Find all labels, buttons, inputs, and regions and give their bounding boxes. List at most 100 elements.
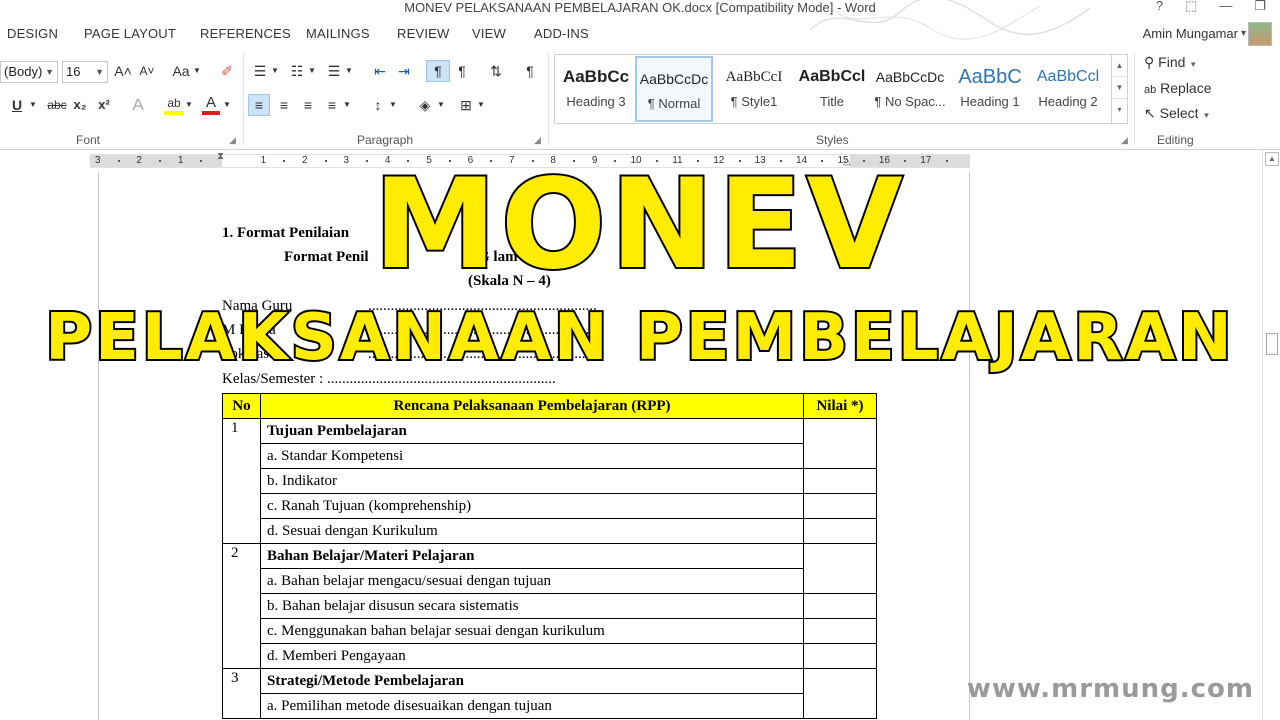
chevron-down-icon[interactable]: ▼ [388, 95, 398, 117]
strikethrough-button[interactable]: abc [46, 95, 68, 117]
tab-design[interactable]: DESIGN [7, 26, 58, 41]
font-group-label: Font [76, 133, 101, 147]
nilai-cell[interactable] [803, 493, 877, 519]
text-effects-button[interactable]: A [130, 95, 146, 117]
ribbon-display-options-button[interactable]: ⬚ [1185, 0, 1197, 14]
font-name-combo[interactable]: (Body) ▼ [0, 61, 58, 83]
style-name: ¶ No Spac... [874, 94, 946, 109]
replace-button[interactable]: ab Replace [1144, 80, 1212, 96]
style-preview: AaBbCcDc [875, 69, 945, 85]
change-case-button[interactable]: Aa [170, 61, 192, 83]
subscript-button[interactable]: x₂ [72, 95, 88, 117]
chevron-down-icon[interactable]: ▼ [28, 95, 38, 117]
style-heading-3[interactable]: AaBbCc Heading 3 [557, 56, 635, 122]
tab-review[interactable]: REVIEW [397, 26, 449, 41]
table-row: b. Bahan belajar disusun secara sistemat… [223, 593, 877, 619]
superscript-button[interactable]: x² [96, 95, 112, 117]
group-divider [1134, 53, 1135, 145]
tab-references[interactable]: REFERENCES [200, 26, 291, 41]
binoculars-icon: ⚲ [1144, 54, 1155, 70]
grow-font-button[interactable]: A˄ [114, 61, 132, 83]
tab-add-ins[interactable]: ADD-INS [534, 26, 589, 41]
nilai-cell[interactable] [803, 643, 877, 669]
criteria-item: b. Indikator [260, 468, 804, 494]
restore-button[interactable]: ❐ [1254, 0, 1266, 14]
underline-button[interactable]: U [10, 95, 24, 117]
font-size-combo[interactable]: 16 ▼ [62, 61, 108, 83]
help-button[interactable]: ? [1156, 0, 1163, 14]
chevron-down-icon[interactable]: ▼ [95, 62, 104, 82]
numbering-icon[interactable]: ☷ [287, 61, 307, 83]
paragraph-dialog-launcher-icon[interactable]: ◢ [534, 135, 541, 146]
tab-page-layout[interactable]: PAGE LAYOUT [84, 26, 176, 41]
align-center-icon[interactable]: ≡ [274, 95, 294, 117]
line-spacing-icon[interactable]: ↕ [368, 95, 388, 117]
shrink-font-button[interactable]: A˅ [138, 61, 156, 83]
style-no-spacing[interactable]: AaBbCcDc ¶ No Spac... [871, 56, 949, 122]
ltr-text-direction-icon[interactable]: ¶ [426, 60, 450, 82]
chevron-down-icon[interactable]: ▼ [436, 95, 446, 117]
show-marks-button[interactable]: ¶ [520, 61, 540, 83]
styles-gallery-scroll: ▲ ▼ ▾ [1111, 55, 1127, 123]
nilai-cell[interactable] [803, 668, 877, 719]
align-left-icon[interactable]: ≡ [248, 94, 270, 116]
styles-dialog-launcher-icon[interactable]: ◢ [1121, 135, 1128, 146]
chevron-down-icon[interactable]: ▼ [184, 95, 194, 117]
style-heading-1[interactable]: AaBbC Heading 1 [951, 56, 1029, 122]
chevron-down-icon[interactable]: ▼ [476, 95, 486, 117]
chevron-down-icon[interactable]: ▼ [192, 61, 202, 83]
nilai-cell[interactable] [803, 593, 877, 619]
chevron-down-icon[interactable]: ▼ [270, 61, 280, 83]
tab-mailings[interactable]: MAILINGS [306, 26, 370, 41]
style-title[interactable]: AaBbCcl Title [793, 56, 871, 122]
nilai-cell[interactable] [803, 468, 877, 494]
chevron-down-icon[interactable]: ▼ [45, 62, 54, 82]
style-normal[interactable]: AaBbCcDc ¶ Normal [635, 56, 713, 122]
clear-formatting-icon[interactable]: ✐ [218, 61, 236, 83]
chevron-down-icon[interactable]: ▼ [342, 95, 352, 117]
multilevel-list-icon[interactable]: ☰ [324, 61, 344, 83]
shading-icon[interactable]: ◈ [414, 95, 436, 117]
row-number: 2 [222, 543, 261, 669]
font-color-button[interactable]: A [202, 93, 220, 115]
ribbon: (Body) ▼ 16 ▼ A˄ A˅ Aa ▼ ✐ U ▼ abc x₂ x²… [0, 47, 1280, 150]
style-style1[interactable]: AaBbCcI ¶ Style1 [715, 56, 793, 122]
criteria-item: d. Memberi Pengayaan [260, 643, 804, 669]
sort-icon[interactable]: ⇅ [486, 61, 506, 83]
style-heading-2[interactable]: AaBbCcl Heading 2 [1029, 56, 1107, 122]
chevron-down-icon[interactable]: ▼ [307, 61, 317, 83]
bullets-icon[interactable]: ☰ [250, 61, 270, 83]
font-dialog-launcher-icon[interactable]: ◢ [229, 135, 236, 146]
tab-view[interactable]: VIEW [472, 26, 506, 41]
decrease-indent-icon[interactable]: ⇤ [370, 61, 390, 83]
borders-icon[interactable]: ⊞ [456, 95, 476, 117]
increase-indent-icon[interactable]: ⇥ [394, 61, 414, 83]
minimize-button[interactable]: — [1219, 0, 1232, 14]
user-name[interactable]: Amin Mungamar [1143, 26, 1238, 41]
style-preview: AaBbCcI [725, 69, 783, 85]
nilai-cell[interactable] [803, 418, 877, 469]
select-button[interactable]: ↖ Select ▼ [1144, 105, 1210, 122]
nilai-cell[interactable] [803, 618, 877, 644]
find-button[interactable]: ⚲ Find ▼ [1144, 54, 1197, 71]
gallery-more-icon[interactable]: ▾ [1112, 99, 1127, 121]
chevron-down-icon[interactable]: ▼ [1239, 28, 1248, 38]
align-right-icon[interactable]: ≡ [298, 95, 318, 117]
section-title: Tujuan Pembelajaran [260, 418, 804, 444]
table-row: a. Standar Kompetensi [223, 443, 877, 469]
style-name: ¶ Style1 [730, 94, 778, 109]
style-name: Heading 2 [1038, 94, 1098, 109]
font-name-value: (Body) [4, 64, 43, 79]
chevron-down-icon[interactable]: ▼ [222, 95, 232, 117]
rtl-text-direction-icon[interactable]: ¶ [452, 61, 472, 83]
chevron-down-icon[interactable]: ▼ [344, 61, 354, 83]
nilai-cell[interactable] [803, 543, 877, 594]
justify-icon[interactable]: ≡ [322, 95, 342, 117]
table-row: d. Sesuai dengan Kurikulum [223, 518, 877, 544]
table-row: b. Indikator [223, 468, 877, 494]
gallery-down-icon[interactable]: ▼ [1112, 77, 1127, 99]
highlight-button[interactable]: ab [164, 93, 184, 115]
avatar[interactable] [1248, 22, 1272, 46]
nilai-cell[interactable] [803, 518, 877, 544]
gallery-up-icon[interactable]: ▲ [1112, 55, 1127, 77]
